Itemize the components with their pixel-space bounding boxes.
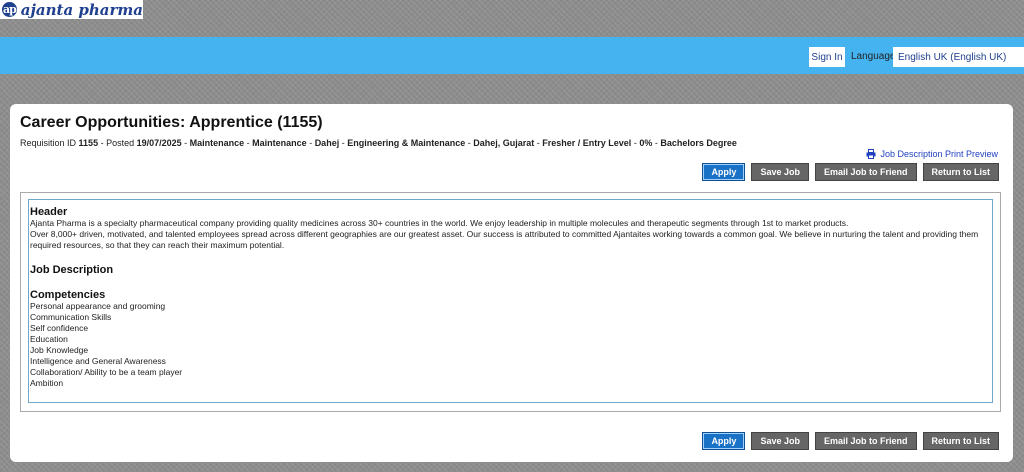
action-buttons-top: Apply Save Job Email Job to Friend Retur… (702, 163, 999, 181)
competencies-heading: Competencies (30, 289, 106, 301)
list-item: Ambition (30, 378, 64, 388)
meta-tag: Engineering & Maintenance (347, 138, 466, 148)
requisition-meta: Requisition ID 1155 - Posted 19/07/2025 … (20, 138, 737, 148)
meta-tag: Dahej, Gujarat (473, 138, 535, 148)
header-band: Sign In Language English UK (English UK) (0, 37, 1024, 74)
list-item: Job Knowledge (30, 345, 89, 355)
job-description-frame: Header Ajanta Pharma is a specialty phar… (20, 192, 1001, 412)
apply-button[interactable]: Apply (702, 432, 746, 450)
save-job-button[interactable]: Save Job (751, 163, 809, 181)
job-description-heading: Job Description (30, 264, 114, 276)
email-job-button[interactable]: Email Job to Friend (814, 163, 917, 181)
language-label: Language (851, 51, 896, 62)
job-description-content: Header Ajanta Pharma is a specialty phar… (28, 199, 993, 403)
meta-tag: Bachelors Degree (660, 138, 737, 148)
req-label: Requisition ID (20, 138, 77, 148)
sign-in-button[interactable]: Sign In (809, 47, 845, 67)
competencies-list: Personal appearance and grooming Communi… (30, 301, 991, 389)
action-buttons-bottom: Apply Save Job Email Job to Friend Retur… (702, 432, 999, 450)
header-paragraph-2: Over 8,000+ driven, motivated, and talen… (30, 229, 979, 250)
language-select[interactable]: English UK (English UK) (893, 47, 1024, 67)
logo-bar: ap ajanta pharma (0, 0, 1024, 37)
return-to-list-button[interactable]: Return to List (922, 432, 999, 450)
list-item: Education (30, 334, 68, 344)
meta-tag: Maintenance (252, 138, 307, 148)
req-id: 1155 (78, 138, 99, 148)
logo-text: ajanta pharma (20, 0, 143, 19)
page-title: Career Opportunities: Apprentice (1155) (20, 114, 323, 131)
list-item: Collaboration/ Ability to be a team play… (30, 367, 183, 377)
company-logo[interactable]: ap ajanta pharma (0, 0, 143, 19)
list-item: Communication Skills (30, 312, 112, 322)
save-job-button[interactable]: Save Job (751, 432, 809, 450)
meta-tag: Dahej (314, 138, 340, 148)
meta-tag: 0% (639, 138, 653, 148)
meta-tag: Maintenance (189, 138, 245, 148)
posted-label: - Posted (98, 138, 137, 148)
return-to-list-button[interactable]: Return to List (922, 163, 999, 181)
list-item: Personal appearance and grooming (30, 301, 166, 311)
posted-date: 19/07/2025 (136, 138, 182, 148)
printer-icon (866, 149, 876, 159)
header-heading: Header (30, 206, 68, 218)
meta-tag: Fresher / Entry Level (542, 138, 632, 148)
list-item: Intelligence and General Awareness (30, 356, 166, 366)
job-card: Career Opportunities: Apprentice (1155) … (10, 104, 1013, 462)
email-job-button[interactable]: Email Job to Friend (814, 432, 917, 450)
print-preview-link[interactable]: Job Description Print Preview (866, 149, 998, 159)
apply-button[interactable]: Apply (702, 163, 746, 181)
list-item: Self confidence (30, 323, 89, 333)
header-paragraph-1: Ajanta Pharma is a specialty pharmaceuti… (30, 218, 849, 228)
logo-mark-icon: ap (2, 2, 17, 17)
print-preview-label: Job Description Print Preview (880, 149, 998, 159)
